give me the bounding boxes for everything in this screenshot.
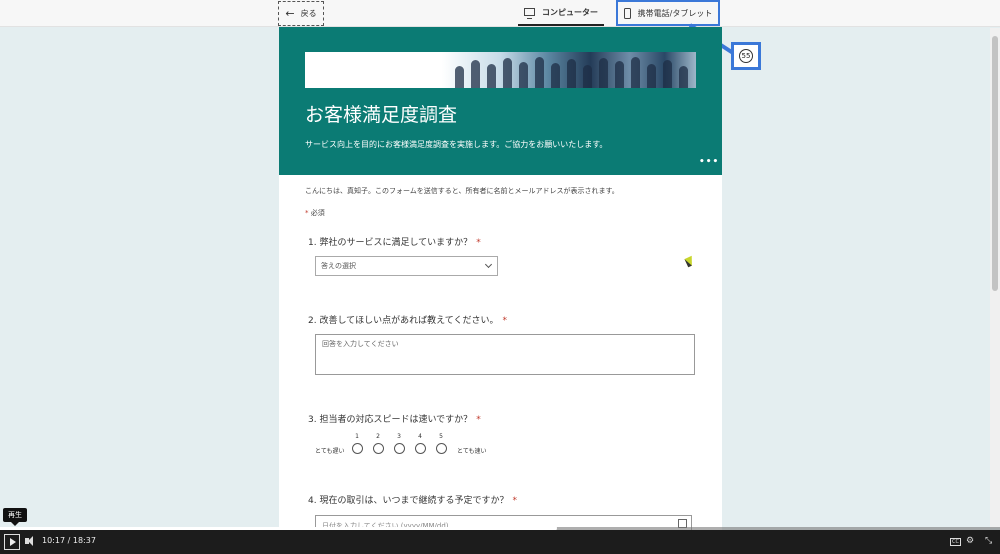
question-3-text: 3. 担当者の対応スピードは速いですか？ — [308, 415, 473, 425]
rating-high-label: とても速い — [457, 448, 487, 455]
radio-circle[interactable] — [351, 443, 363, 454]
tab-computer[interactable]: コンピューター — [518, 0, 604, 26]
required-asterisk: * — [305, 209, 309, 217]
rating-option-3[interactable]: 3 — [393, 433, 405, 454]
total-time: 18:37 — [72, 536, 96, 545]
radio-circle[interactable] — [414, 443, 426, 454]
rating-option-2[interactable]: 2 — [372, 433, 384, 454]
question-4-text: 4. 現在の取引は、いつまで継続する予定ですか？ — [308, 496, 509, 506]
required-label: 必須 — [310, 209, 325, 217]
rating-low-label: とても遅い — [315, 448, 345, 455]
question-1-text: 1. 弊社のサービスに満足していますか？ — [308, 238, 473, 248]
radio-circle[interactable] — [372, 443, 384, 454]
scrollbar-thumb[interactable] — [992, 36, 998, 291]
header-banner-image — [305, 52, 696, 88]
back-arrow-icon: ← — [285, 7, 295, 20]
screen: ← 戻る コンピューター 携帯電話/タブレット 55 お客様満足度調査 サービス… — [0, 0, 1000, 554]
question-1-label: 1. 弊社のサービスに満足していますか？ * — [308, 235, 481, 248]
page-scrollbar[interactable] — [990, 28, 1000, 528]
chevron-down-icon — [484, 260, 493, 269]
textarea-placeholder: 回答を入力してください — [322, 340, 399, 348]
video-controls: 10:17 / 18:37 CC ⚙ ⤡ — [0, 530, 1000, 554]
rating-option-4[interactable]: 4 — [414, 433, 426, 454]
current-time: 10:17 — [42, 536, 66, 545]
exit-fullscreen-icon[interactable]: ⤡ — [985, 536, 992, 546]
required-note: * 必須 — [305, 208, 325, 218]
required-asterisk: * — [476, 238, 481, 248]
callout-number: 55 — [739, 49, 753, 63]
radio-circle[interactable] — [393, 443, 405, 454]
question-3-rating-scale: とても遅い 1 2 3 4 5 とても速い — [315, 433, 515, 463]
time-display: 10:17 / 18:37 — [42, 536, 96, 545]
back-label: 戻る — [300, 9, 317, 18]
question-2-text: 2. 改善してほしい点があれば教えてください。 — [308, 316, 499, 326]
volume-icon[interactable] — [25, 536, 33, 546]
time-separator: / — [67, 536, 71, 545]
question-1-dropdown[interactable]: 答えの選択 — [315, 256, 498, 276]
more-options-icon[interactable]: ••• — [699, 157, 719, 167]
captions-icon[interactable]: CC — [950, 538, 961, 546]
form-panel: お客様満足度調査 サービス向上を目的にお客様満足度調査を実施します。ご協力をお願… — [279, 27, 722, 532]
required-asterisk: * — [512, 496, 517, 506]
form-description: サービス向上を目的にお客様満足度調査を実施します。ご協力をお願いいたします。 — [305, 140, 608, 149]
question-2-label: 2. 改善してほしい点があれば教えてください。 * — [308, 313, 507, 326]
play-button[interactable] — [4, 534, 20, 550]
radio-circle[interactable] — [435, 443, 447, 454]
rating-option-5[interactable]: 5 — [435, 433, 447, 454]
rating-option-1[interactable]: 1 — [351, 433, 363, 454]
tab-mobile-label: 携帯電話/タブレット — [637, 8, 713, 18]
question-4-label: 4. 現在の取引は、いつまで継続する予定ですか？ * — [308, 493, 517, 506]
top-toolbar: ← 戻る コンピューター 携帯電話/タブレット — [0, 0, 1000, 27]
play-tooltip: 再生 — [3, 508, 27, 526]
back-button[interactable]: ← 戻る — [278, 1, 324, 26]
required-asterisk: * — [502, 316, 507, 326]
form-header: お客様満足度調査 サービス向上を目的にお客様満足度調査を実施します。ご協力をお願… — [279, 27, 722, 175]
required-asterisk: * — [476, 415, 481, 425]
tab-mobile[interactable]: 携帯電話/タブレット — [616, 0, 720, 26]
monitor-icon — [524, 8, 535, 19]
question-3-label: 3. 担当者の対応スピードは速いですか？ * — [308, 412, 481, 425]
callout-badge: 55 — [731, 42, 761, 70]
tab-computer-label: コンピューター — [542, 7, 598, 17]
phone-icon — [623, 7, 631, 19]
form-title: お客様満足度調査 — [305, 104, 458, 126]
question-2-textarea[interactable]: 回答を入力してください — [315, 334, 695, 375]
dropdown-placeholder: 答えの選択 — [321, 262, 356, 270]
gear-icon[interactable]: ⚙ — [966, 536, 974, 546]
form-intro: こんにちは、真知子。このフォームを送信すると、所有者に名前とメールアドレスが表示… — [305, 187, 619, 195]
